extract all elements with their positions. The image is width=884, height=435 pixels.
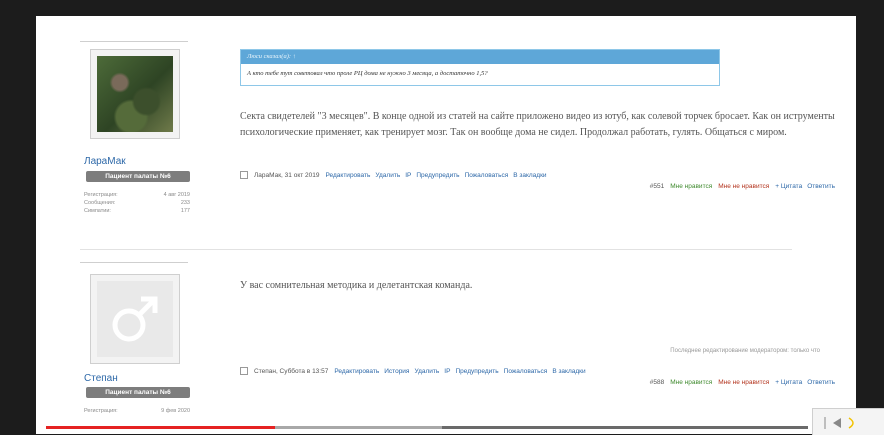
post-message: Секта свидетелей "3 месяцев". В конце од… [240,111,835,138]
quote-text: А кто тебе тут советовал что проле РЦ до… [247,70,488,77]
username-link[interactable]: ЛараМак [84,156,126,167]
video-played-bar [46,426,275,429]
stat-label: Симпатии: [84,208,111,213]
default-avatar-image [97,281,173,357]
user-stat-messages: Сообщения: 233 [84,200,190,206]
user-stat-registration: Регистрация: 4 авг 2019 [84,192,190,198]
stat-label: Регистрация: [84,192,118,198]
forum-page: ЛараМак Пациент палаты №6 Регистрация: 4… [36,16,856,434]
like-link[interactable]: Мне нравится [670,379,712,386]
warn-link[interactable]: Предупредить [455,368,498,375]
reply-link[interactable]: Ответить [807,379,835,386]
post-divider [80,249,792,250]
video-progress-bar[interactable] [46,426,808,429]
post-message: У вас сомнительная методика и делетантск… [240,280,473,291]
user-panel-divider [80,41,188,46]
post-number[interactable]: #551 [650,183,664,190]
user-stat-registration: Регистрация: 9 фев 2020 [84,408,190,414]
ip-link[interactable]: IP [444,368,450,375]
edit-link[interactable]: Редактировать [334,368,379,375]
delete-link[interactable]: Удалить [375,172,400,179]
corner-overlay[interactable] [812,408,884,435]
stat-label: Регистрация: [84,408,118,414]
male-symbol-icon [112,296,158,342]
user-stat-likes: Симпатии: 177 [84,208,190,213]
select-post-checkbox[interactable] [240,171,248,179]
avatar[interactable] [90,49,180,139]
post-footer-actions: #551 Мне нравится Мне не нравится + Цитата О… [650,183,840,190]
edit-link[interactable]: Редактировать [325,172,370,179]
edit-notice: Последнее редактирование модератором: то… [670,348,820,354]
quote-link[interactable]: + Цитата [775,183,802,190]
avatar[interactable] [90,274,180,364]
reply-link[interactable]: Ответить [807,183,835,190]
stat-label: Сообщения: [84,200,116,206]
dislike-link[interactable]: Мне не нравится [718,379,769,386]
post-number[interactable]: #588 [650,379,664,386]
select-post-checkbox[interactable] [240,367,248,375]
ip-link[interactable]: IP [405,172,411,179]
report-link[interactable]: Пожаловаться [465,172,509,179]
post-footer: Степан, Суббота в 13:57 Редактировать Исто… [240,367,840,386]
post-author-date[interactable]: ЛараМак, 31 окт 2019 [254,172,319,179]
user-panel-divider [80,262,188,267]
history-link[interactable]: История [384,368,409,375]
stat-value: 233 [180,200,190,206]
warn-link[interactable]: Предупредить [416,172,459,179]
post-author-date[interactable]: Степан, Суббота в 13:57 [254,368,328,375]
dislike-link[interactable]: Мне не нравится [718,183,769,190]
bookmark-link[interactable]: В закладки [552,368,585,375]
bookmark-link[interactable]: В закладки [513,172,546,179]
quote-author[interactable]: Люси сказал(а): ↑ [241,50,719,64]
forum-post: Степан Пациент палаты №6 Регистрация: 9 … [80,256,835,426]
stat-value: 9 фев 2020 [161,408,190,414]
post-footer: ЛараМак, 31 окт 2019 Редактировать Удалить… [240,171,840,190]
play-arrows-icon [824,417,854,429]
post-footer-actions: #588 Мне нравится Мне не нравится + Цитата О… [650,379,840,386]
stat-value: 4 авг 2019 [163,192,190,198]
stat-value: 177 [180,208,190,213]
quote-link[interactable]: + Цитата [775,379,802,386]
user-rank-badge: Пациент палаты №6 [86,387,190,398]
delete-link[interactable]: Удалить [414,368,439,375]
quote-block: Люси сказал(а): ↑ А кто тебе тут советов… [240,49,720,86]
avatar-image [97,56,173,132]
report-link[interactable]: Пожаловаться [504,368,548,375]
forum-post: ЛараМак Пациент палаты №6 Регистрация: 4… [80,41,835,213]
username-link[interactable]: Степан [84,373,118,384]
like-link[interactable]: Мне нравится [670,183,712,190]
user-rank-badge: Пациент палаты №6 [86,171,190,182]
